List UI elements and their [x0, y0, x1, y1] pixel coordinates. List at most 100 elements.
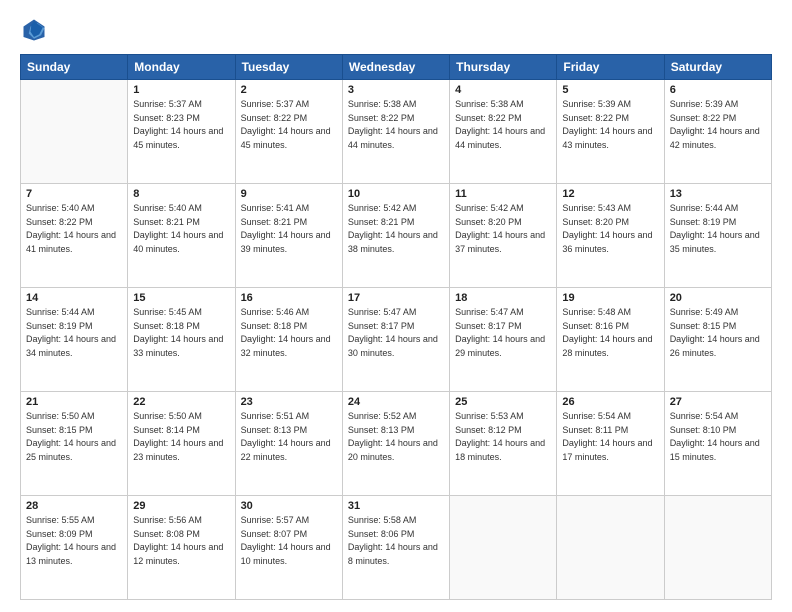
calendar-cell: 3 Sunrise: 5:38 AM Sunset: 8:22 PM Daylig… [342, 80, 449, 184]
calendar-cell [450, 496, 557, 600]
day-info: Sunrise: 5:37 AM Sunset: 8:22 PM Dayligh… [241, 98, 337, 152]
calendar-cell [664, 496, 771, 600]
calendar-cell: 4 Sunrise: 5:38 AM Sunset: 8:22 PM Daylig… [450, 80, 557, 184]
weekday-sunday: Sunday [21, 55, 128, 80]
week-row-0: 1Sunrise: 5:37 AM Sunset: 8:23 PM Daylig… [21, 80, 772, 184]
calendar-cell: 19 Sunrise: 5:48 AM Sunset: 8:16 PM Dayli… [557, 288, 664, 392]
weekday-friday: Friday [557, 55, 664, 80]
calendar-cell: 16 Sunrise: 5:46 AM Sunset: 8:18 PM Dayli… [235, 288, 342, 392]
calendar-table: SundayMondayTuesdayWednesdayThursdayFrid… [20, 54, 772, 600]
weekday-monday: Monday [128, 55, 235, 80]
day-number: 7 [26, 188, 122, 200]
day-number: 30 [241, 500, 337, 512]
calendar-cell: 17 Sunrise: 5:47 AM Sunset: 8:17 PM Dayli… [342, 288, 449, 392]
day-info: Sunrise: 5:39 AM Sunset: 8:22 PM Dayligh… [670, 98, 766, 152]
day-number: 14 [26, 292, 122, 304]
day-number: 28 [26, 500, 122, 512]
day-number: 16 [241, 292, 337, 304]
day-info: Sunrise: 5:50 AM Sunset: 8:14 PM Dayligh… [133, 410, 229, 464]
day-number: 29 [133, 500, 229, 512]
weekday-wednesday: Wednesday [342, 55, 449, 80]
day-number: 9 [241, 188, 337, 200]
calendar-cell: 14 Sunrise: 5:44 AM Sunset: 8:19 PM Dayli… [21, 288, 128, 392]
day-info: Sunrise: 5:57 AM Sunset: 8:07 PM Dayligh… [241, 514, 337, 568]
day-info: Sunrise: 5:47 AM Sunset: 8:17 PM Dayligh… [455, 306, 551, 360]
day-info: Sunrise: 5:39 AM Sunset: 8:22 PM Dayligh… [562, 98, 658, 152]
calendar-page: SundayMondayTuesdayWednesdayThursdayFrid… [0, 0, 792, 612]
logo-icon [20, 16, 48, 44]
day-number: 22 [133, 396, 229, 408]
day-info: Sunrise: 5:58 AM Sunset: 8:06 PM Dayligh… [348, 514, 444, 568]
day-number: 24 [348, 396, 444, 408]
day-info: Sunrise: 5:45 AM Sunset: 8:18 PM Dayligh… [133, 306, 229, 360]
day-info: Sunrise: 5:52 AM Sunset: 8:13 PM Dayligh… [348, 410, 444, 464]
day-info: Sunrise: 5:42 AM Sunset: 8:20 PM Dayligh… [455, 202, 551, 256]
weekday-header-row: SundayMondayTuesdayWednesdayThursdayFrid… [21, 55, 772, 80]
day-number: 31 [348, 500, 444, 512]
day-info: Sunrise: 5:53 AM Sunset: 8:12 PM Dayligh… [455, 410, 551, 464]
week-row-2: 14 Sunrise: 5:44 AM Sunset: 8:19 PM Dayli… [21, 288, 772, 392]
calendar-cell: 30 Sunrise: 5:57 AM Sunset: 8:07 PM Dayli… [235, 496, 342, 600]
day-number: 2 [241, 84, 337, 96]
week-row-1: 7 Sunrise: 5:40 AM Sunset: 8:22 PM Daylig… [21, 184, 772, 288]
day-number: 15 [133, 292, 229, 304]
calendar-cell: 31 Sunrise: 5:58 AM Sunset: 8:06 PM Dayli… [342, 496, 449, 600]
day-info: Sunrise: 5:46 AM Sunset: 8:18 PM Dayligh… [241, 306, 337, 360]
day-number: 8 [133, 188, 229, 200]
day-info: Sunrise: 5:47 AM Sunset: 8:17 PM Dayligh… [348, 306, 444, 360]
day-info: Sunrise: 5:40 AM Sunset: 8:21 PM Dayligh… [133, 202, 229, 256]
day-info: Sunrise: 5:42 AM Sunset: 8:21 PM Dayligh… [348, 202, 444, 256]
calendar-cell: 25 Sunrise: 5:53 AM Sunset: 8:12 PM Dayli… [450, 392, 557, 496]
day-number: 11 [455, 188, 551, 200]
calendar-cell: 2 Sunrise: 5:37 AM Sunset: 8:22 PM Daylig… [235, 80, 342, 184]
day-info: Sunrise: 5:43 AM Sunset: 8:20 PM Dayligh… [562, 202, 658, 256]
day-number: 1 [133, 84, 229, 96]
day-number: 6 [670, 84, 766, 96]
weekday-tuesday: Tuesday [235, 55, 342, 80]
calendar-cell: 5Sunrise: 5:39 AM Sunset: 8:22 PM Daylig… [557, 80, 664, 184]
calendar-cell: 22 Sunrise: 5:50 AM Sunset: 8:14 PM Dayli… [128, 392, 235, 496]
calendar-cell: 23Sunrise: 5:51 AM Sunset: 8:13 PM Dayli… [235, 392, 342, 496]
calendar-cell: 7 Sunrise: 5:40 AM Sunset: 8:22 PM Daylig… [21, 184, 128, 288]
calendar-cell: 21 Sunrise: 5:50 AM Sunset: 8:15 PM Dayli… [21, 392, 128, 496]
calendar-cell: 27Sunrise: 5:54 AM Sunset: 8:10 PM Dayli… [664, 392, 771, 496]
header [20, 16, 772, 44]
calendar-cell: 18 Sunrise: 5:47 AM Sunset: 8:17 PM Dayli… [450, 288, 557, 392]
calendar-cell: 6 Sunrise: 5:39 AM Sunset: 8:22 PM Daylig… [664, 80, 771, 184]
weekday-saturday: Saturday [664, 55, 771, 80]
day-info: Sunrise: 5:54 AM Sunset: 8:10 PM Dayligh… [670, 410, 766, 464]
day-number: 19 [562, 292, 658, 304]
day-number: 25 [455, 396, 551, 408]
calendar-cell: 11 Sunrise: 5:42 AM Sunset: 8:20 PM Dayli… [450, 184, 557, 288]
day-number: 18 [455, 292, 551, 304]
day-number: 13 [670, 188, 766, 200]
day-number: 17 [348, 292, 444, 304]
calendar-cell: 12Sunrise: 5:43 AM Sunset: 8:20 PM Dayli… [557, 184, 664, 288]
day-info: Sunrise: 5:41 AM Sunset: 8:21 PM Dayligh… [241, 202, 337, 256]
day-info: Sunrise: 5:40 AM Sunset: 8:22 PM Dayligh… [26, 202, 122, 256]
day-number: 20 [670, 292, 766, 304]
day-info: Sunrise: 5:48 AM Sunset: 8:16 PM Dayligh… [562, 306, 658, 360]
week-row-4: 28Sunrise: 5:55 AM Sunset: 8:09 PM Dayli… [21, 496, 772, 600]
day-info: Sunrise: 5:38 AM Sunset: 8:22 PM Dayligh… [348, 98, 444, 152]
calendar-cell: 1Sunrise: 5:37 AM Sunset: 8:23 PM Daylig… [128, 80, 235, 184]
calendar-cell: 13 Sunrise: 5:44 AM Sunset: 8:19 PM Dayli… [664, 184, 771, 288]
day-info: Sunrise: 5:38 AM Sunset: 8:22 PM Dayligh… [455, 98, 551, 152]
calendar-cell: 8 Sunrise: 5:40 AM Sunset: 8:21 PM Daylig… [128, 184, 235, 288]
calendar-cell: 29 Sunrise: 5:56 AM Sunset: 8:08 PM Dayli… [128, 496, 235, 600]
logo [20, 16, 52, 44]
calendar-cell [557, 496, 664, 600]
calendar-cell: 24 Sunrise: 5:52 AM Sunset: 8:13 PM Dayli… [342, 392, 449, 496]
day-number: 26 [562, 396, 658, 408]
day-info: Sunrise: 5:56 AM Sunset: 8:08 PM Dayligh… [133, 514, 229, 568]
calendar-cell: 20Sunrise: 5:49 AM Sunset: 8:15 PM Dayli… [664, 288, 771, 392]
day-number: 3 [348, 84, 444, 96]
calendar-cell: 28Sunrise: 5:55 AM Sunset: 8:09 PM Dayli… [21, 496, 128, 600]
day-info: Sunrise: 5:44 AM Sunset: 8:19 PM Dayligh… [670, 202, 766, 256]
day-info: Sunrise: 5:44 AM Sunset: 8:19 PM Dayligh… [26, 306, 122, 360]
day-number: 4 [455, 84, 551, 96]
day-info: Sunrise: 5:50 AM Sunset: 8:15 PM Dayligh… [26, 410, 122, 464]
calendar-cell: 15 Sunrise: 5:45 AM Sunset: 8:18 PM Dayli… [128, 288, 235, 392]
day-number: 23 [241, 396, 337, 408]
day-number: 21 [26, 396, 122, 408]
